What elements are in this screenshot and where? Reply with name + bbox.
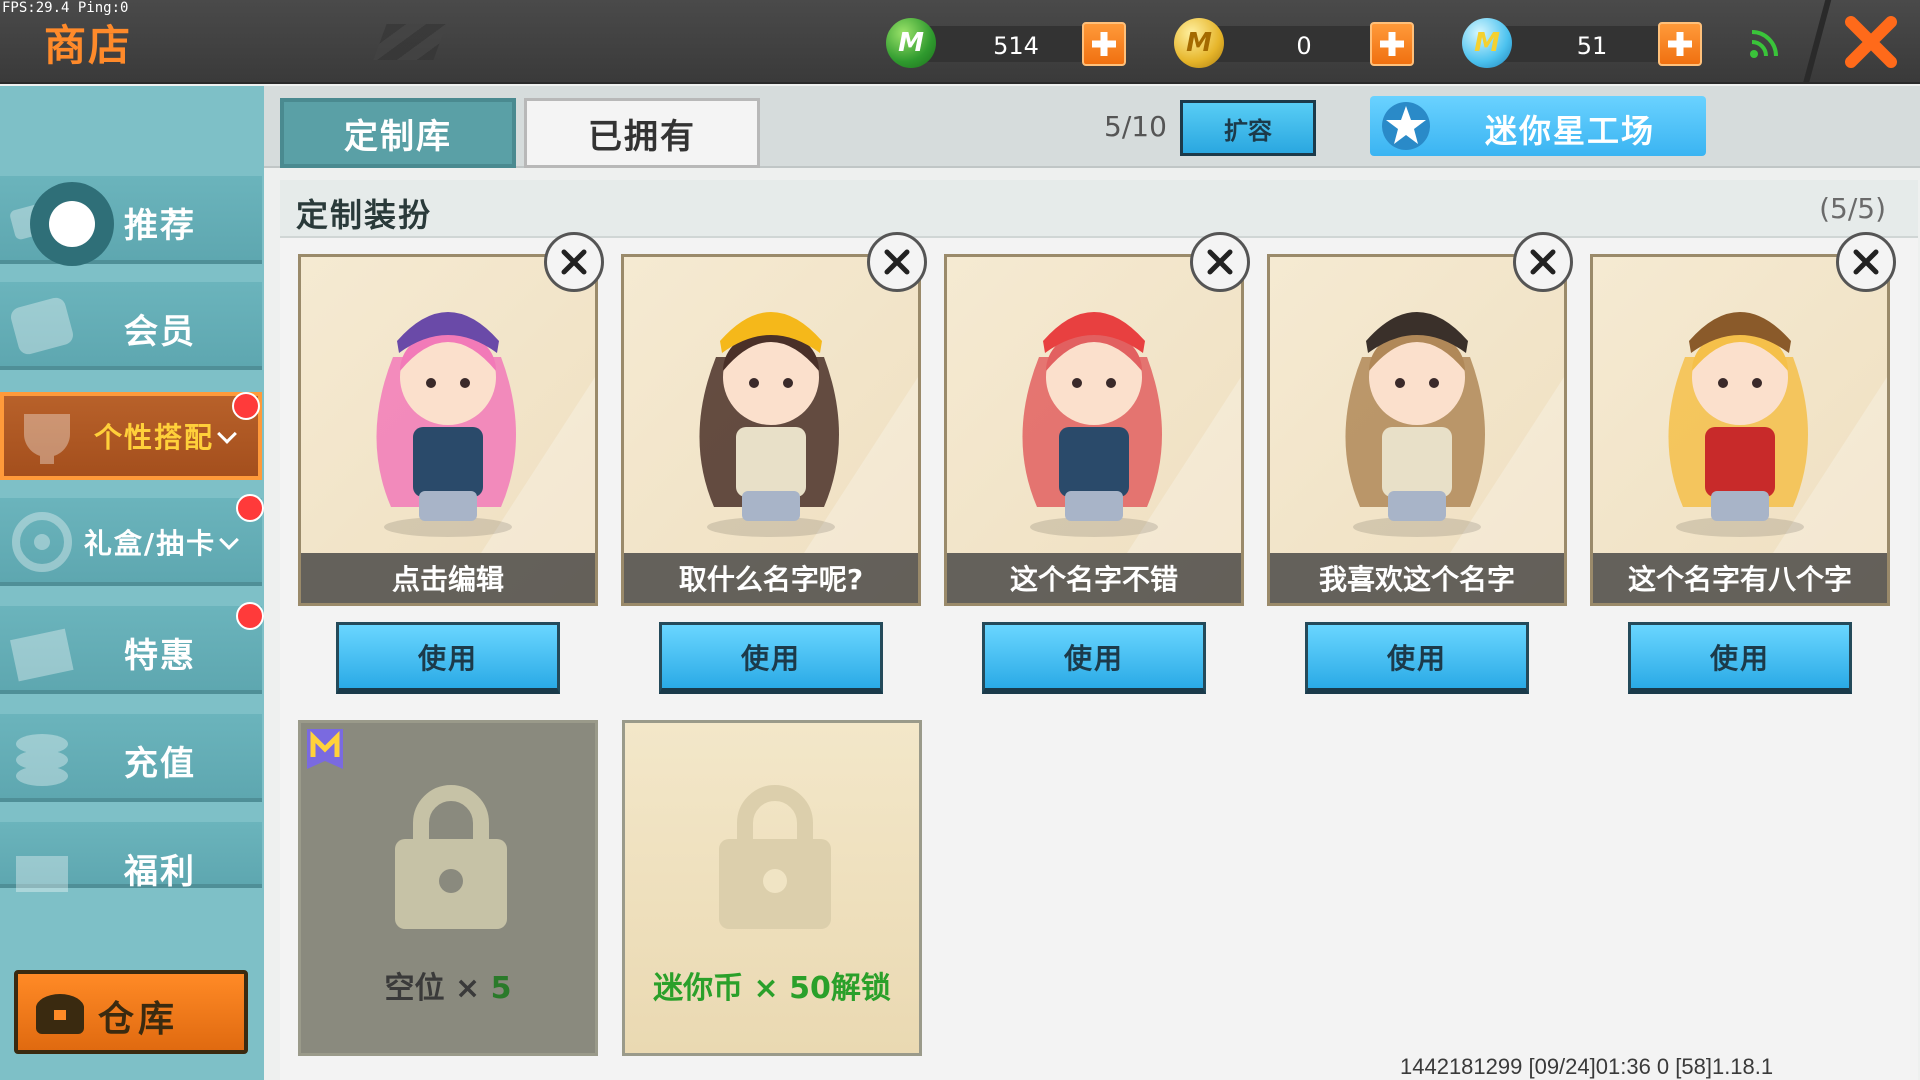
remove-outfit-button[interactable] [1190,232,1250,292]
outfit-panel: 定制装扮 (5/5) 点击编辑使用 取什么名字呢? 使用 这个名字不错使用 我喜欢这个名… [280,180,1918,1080]
sidebar: 推荐 会员 个性搭配 礼盒/抽卡 特惠 充值 福利 [0,86,264,1080]
gift-wheel-icon [12,512,72,572]
expand-button[interactable]: 扩容 [1180,100,1316,156]
sidebar-item-label: 福利 [124,852,196,892]
avatar [1270,312,1564,553]
empty-slot[interactable]: 空位 × 5 [298,720,598,1056]
sidebar-item-welfare[interactable]: 福利 [0,822,262,892]
sidebar-item-member[interactable]: 会员 [0,282,262,370]
gold-coin-icon: M [1174,18,1224,68]
use-outfit-button[interactable]: 使用 [336,622,560,694]
sidebar-item-label: 会员 [124,312,196,352]
warehouse-label: 仓库 [98,999,179,1040]
sidebar-item-recommend[interactable]: 推荐 [0,176,262,266]
close-icon [1207,249,1233,275]
sidebar-item-special[interactable]: 特惠 [0,602,264,694]
sidebar-item-label: 特惠 [124,636,196,676]
decorative-stripe [373,24,447,60]
outfit-card[interactable]: 点击编辑 [298,254,598,606]
remove-outfit-button[interactable] [1836,232,1896,292]
top-bar: FPS:29.4 Ping:0 商店 M 514 M 0 M 51 [0,0,1920,84]
page-title: 商店 [44,21,133,70]
capacity-count: 5/10 [1104,110,1167,143]
currency-value: 0 [1296,32,1312,60]
close-icon [884,249,910,275]
signal-icon [1750,30,1778,58]
lock-icon [395,785,507,929]
outfit-card[interactable]: 我喜欢这个名字 [1267,254,1567,606]
remove-outfit-button[interactable] [544,232,604,292]
use-outfit-button[interactable]: 使用 [1305,622,1529,694]
currency-mini-coins: M 51 [1462,18,1722,70]
close-icon [1853,249,1879,275]
use-outfit-button[interactable]: 使用 [659,622,883,694]
sidebar-item-label: 充值 [124,744,196,784]
sidebar-item-label: 礼盒/抽卡 [80,522,240,562]
panel-header: 定制装扮 (5/5) [280,180,1918,238]
remove-outfit-button[interactable] [867,232,927,292]
close-button[interactable] [1822,0,1920,84]
avatar [301,312,595,553]
notification-dot [236,602,264,630]
add-mini-coins-button[interactable] [1658,22,1702,66]
coins-icon [16,734,68,786]
sidebar-item-label: 个性搭配 [84,416,244,456]
coin-unlock-slot[interactable]: 迷你币 × 50解锁 [622,720,922,1056]
add-gold-button[interactable] [1370,22,1414,66]
outfit-name[interactable]: 我喜欢这个名字 [1270,553,1564,603]
currency-value: 514 [993,32,1039,60]
present-icon [16,856,68,892]
blue-mini-coin-icon: M [1462,18,1512,68]
mini-m-badge-icon [307,729,343,769]
close-icon [1530,249,1556,275]
empty-slot-label: 空位 × 5 [384,971,512,1006]
remove-outfit-button[interactable] [1513,232,1573,292]
outfit-card[interactable]: 这个名字不错 [944,254,1244,606]
avatar [947,312,1241,553]
currency-gold-coins: M 0 [1174,18,1434,70]
tab-bar: 定制库 已拥有 5/10 扩容 迷你星工场 [264,86,1920,168]
tab-custom-library[interactable]: 定制库 [280,98,516,168]
add-beans-button[interactable] [1082,22,1126,66]
build-info: 1442181299 [09/24]01:36 0 [58]1.18.1 [1400,1054,1774,1079]
chevron-down-icon [219,530,240,550]
chevron-down-icon [217,424,237,444]
outfit-name[interactable]: 这个名字不错 [947,553,1241,603]
currency-green-beans: M 514 [886,18,1146,70]
avatar [1593,312,1887,553]
close-icon [1845,16,1897,68]
sidebar-item-outfit[interactable]: 个性搭配 [0,392,262,480]
panel-title: 定制装扮 [296,196,433,234]
currency-value: 51 [1576,32,1608,60]
use-outfit-button[interactable]: 使用 [1628,622,1852,694]
sidebar-item-recharge[interactable]: 充值 [0,714,262,802]
star-icon [1382,102,1430,150]
gift-box-icon [10,628,74,682]
notification-dot [236,494,264,522]
outfit-count: (5/5) [1819,192,1886,225]
sidebar-item-label: 推荐 [124,206,196,246]
tab-owned[interactable]: 已拥有 [524,98,760,168]
outfit-name[interactable]: 取什么名字呢? [624,553,918,603]
outfit-name[interactable]: 这个名字有八个字 [1593,553,1887,603]
workshop-button[interactable]: 迷你星工场 [1370,96,1706,156]
warehouse-button[interactable]: 仓库 [14,970,248,1054]
member-icon [10,297,74,355]
outfit-name[interactable]: 点击编辑 [301,553,595,603]
sidebar-item-gift-draw[interactable]: 礼盒/抽卡 [0,494,264,586]
use-outfit-button[interactable]: 使用 [982,622,1206,694]
avatar [624,312,918,553]
outfit-card[interactable]: 取什么名字呢? [621,254,921,606]
chest-icon [36,994,84,1034]
lock-icon [719,785,831,929]
trophy-icon [24,414,70,464]
unlock-cost-label: 迷你币 × 50解锁 [653,971,891,1006]
outfit-card[interactable]: 这个名字有八个字 [1590,254,1890,606]
notification-dot [232,392,260,420]
workshop-label: 迷你星工场 [1484,112,1655,150]
close-icon [561,249,587,275]
green-mini-bean-icon: M [886,18,936,68]
